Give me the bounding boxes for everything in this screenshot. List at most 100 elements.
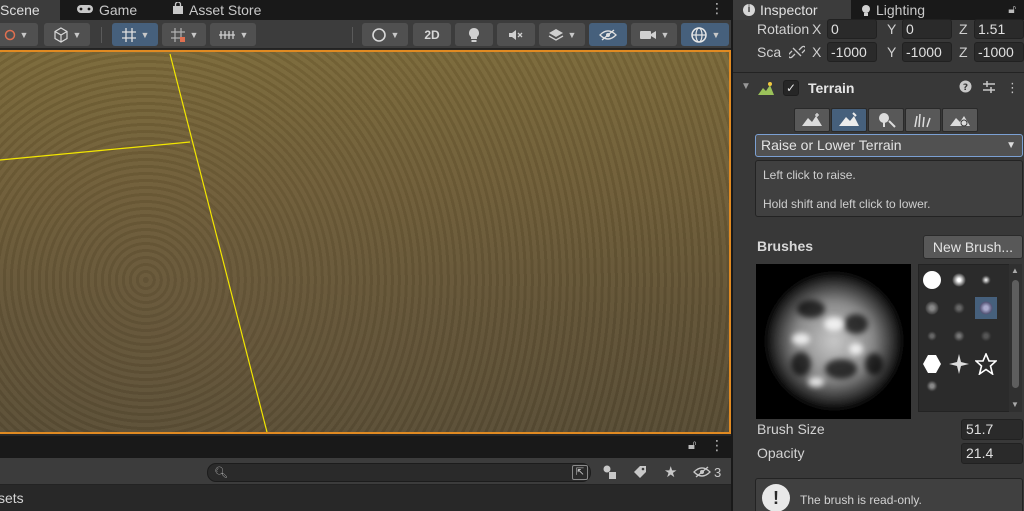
create-neighbor-terrains-button[interactable] [794,108,830,132]
brush-swatch-selected[interactable] [975,297,997,319]
terrain-settings-button[interactable] [942,108,978,132]
scene-viewport[interactable] [0,50,731,434]
rotation-y-axis-label[interactable]: Y [887,21,896,37]
chevron-down-icon: ▼ [390,29,400,40]
tab-asset-store[interactable]: Asset Store [172,0,261,20]
paint-terrain-button[interactable] [831,108,867,132]
brush-swatch[interactable] [975,269,997,291]
chevron-down-icon: ▼ [567,29,577,40]
effects-dropdown[interactable]: ▼ [539,23,585,46]
scale-x-axis-label[interactable]: X [812,44,821,60]
hidden-packages-count: 3 [714,464,722,480]
terrain-component-header[interactable]: ▼ ✓ Terrain ? ⋮ [733,77,1024,101]
filter-by-type-button[interactable] [602,462,618,482]
brush-grid-scrollbar[interactable]: ▲ ▼ [1009,264,1022,412]
shaded-sphere-icon [371,27,386,42]
new-brush-button[interactable]: New Brush... [923,235,1023,259]
scale-x-field[interactable]: -1000 [827,42,877,62]
terrain-tool-dropdown[interactable]: Raise or Lower Terrain ▼ [755,134,1023,157]
grid-visibility-dropdown[interactable]: ▼ [162,23,206,46]
opacity-row: Opacity 21.4 [733,443,1024,465]
draw-mode-dropdown[interactable]: ▼ [0,23,38,46]
tree-brush-icon [879,113,896,128]
camera-dropdown[interactable]: ▼ [631,23,677,46]
opacity-field[interactable]: 21.4 [961,443,1023,464]
brush-swatch[interactable] [975,325,997,347]
shading-dropdown[interactable]: ▼ [44,23,90,46]
scale-row: Sca X -1000 Y -1000 Z -1000 [733,42,1024,64]
audio-toggle[interactable] [497,23,535,46]
grid-icon [170,27,185,42]
paint-details-button[interactable] [905,108,941,132]
eye-slash-icon [693,466,711,478]
scene-visibility-toggle[interactable] [589,23,627,46]
chevron-down-icon: ▼ [660,29,670,40]
scene-panel: Scene Game Asset Store ⋮ ▼ ▼ ▼ ▼ ▼ ▼ 2D … [0,0,731,511]
tab-game[interactable]: Game [76,0,137,20]
scale-y-field[interactable]: -1000 [902,42,952,62]
brush-swatch[interactable] [921,353,943,375]
bag-icon [172,1,184,18]
project-search-input[interactable]: 🔍︎ ⇱ [207,463,591,482]
brush-swatch[interactable] [921,375,943,397]
chevron-down-icon: ▼ [1006,140,1016,151]
tab-scene[interactable]: Scene [0,0,60,20]
tab-inspector[interactable]: i Inspector [733,0,851,20]
brush-swatch[interactable] [948,353,970,375]
link-broken-icon[interactable] [787,44,807,63]
rotation-x-axis-label[interactable]: X [812,21,821,37]
brushes-heading: Brushes [757,238,814,254]
rotation-y-field[interactable]: 0 [902,19,952,39]
help-line: Left click to raise. [763,168,856,182]
filter-by-label-button[interactable] [632,462,648,482]
rotation-x-field[interactable]: 0 [827,19,877,39]
scroll-thumb[interactable] [1012,280,1019,388]
grass-brush-icon [914,113,931,128]
project-menu-icon[interactable]: ⋮ [710,437,724,454]
scroll-up-icon[interactable]: ▲ [1011,266,1019,275]
2d-toggle[interactable]: 2D [413,23,451,46]
lock-icon[interactable]: 🔓︎ [1008,2,1016,17]
cube-icon [53,26,68,43]
open-search-window-icon[interactable]: ⇱ [572,465,588,480]
component-menu-icon[interactable]: ⋮ [1006,80,1019,96]
brush-swatch[interactable] [921,325,943,347]
scene-menu-icon[interactable]: ⋮ [710,0,724,17]
scroll-down-icon[interactable]: ▼ [1011,400,1019,409]
lock-icon[interactable]: 🔓︎ [688,437,696,453]
readonly-warning-box: ! The brush is read-only. [755,478,1023,511]
scale-z-axis-label[interactable]: Z [959,44,968,60]
brush-swatch[interactable] [975,353,997,375]
assets-folder-row[interactable]: sets [0,486,731,511]
terrain-enabled-checkbox[interactable]: ✓ [783,80,799,96]
tab-asset-store-label: Asset Store [189,2,262,18]
tab-lighting[interactable]: Lighting [851,0,925,20]
help-icon[interactable]: ? [959,80,972,96]
project-tab-bar: 🔓︎ ⋮ [0,436,731,458]
brush-swatch[interactable] [948,297,970,319]
brush-swatch[interactable] [921,297,943,319]
grid-snap-toggle[interactable]: ▼ [112,23,158,46]
increment-snap-dropdown[interactable]: ▼ [210,23,256,46]
brush-swatch[interactable] [948,325,970,347]
scale-z-field[interactable]: -1000 [974,42,1024,62]
favorites-button[interactable]: ★ [664,462,677,482]
render-mode-dropdown[interactable]: ▼ [362,23,408,46]
rotation-z-axis-label[interactable]: Z [959,21,968,37]
foldout-arrow-icon[interactable]: ▼ [741,81,751,92]
hidden-packages-toggle[interactable]: 3 [693,462,721,482]
brush-grid [918,264,1018,412]
lighting-toggle[interactable] [455,23,493,46]
paint-trees-button[interactable] [868,108,904,132]
brush-swatch[interactable] [948,269,970,291]
search-icon: 🔍︎ [214,467,228,479]
gizmos-dropdown[interactable]: ▼ [681,23,729,46]
presets-icon[interactable] [982,80,996,97]
chevron-down-icon: ▼ [189,29,199,40]
scale-y-axis-label[interactable]: Y [887,44,896,60]
rotation-z-field[interactable]: 1.51 [974,19,1024,39]
brush-size-field[interactable]: 51.7 [961,419,1023,440]
scene-toolbar: ▼ ▼ ▼ ▼ ▼ ▼ 2D ▼ ▼ ▼ [0,20,731,49]
brush-size-label: Brush Size [757,421,825,437]
brush-swatch[interactable] [921,269,943,291]
